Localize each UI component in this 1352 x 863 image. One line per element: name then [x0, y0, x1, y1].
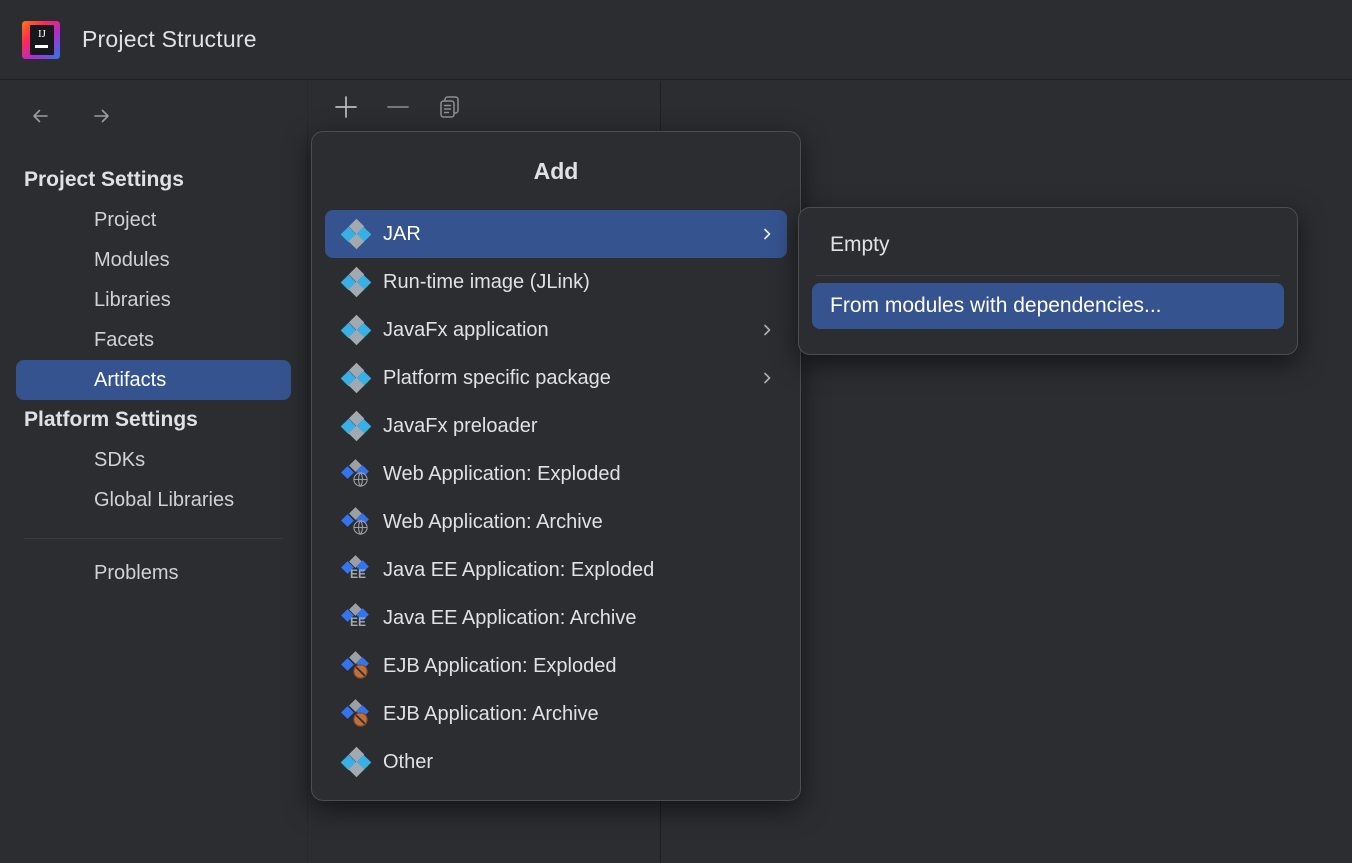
- web-artifact-icon: [343, 509, 369, 535]
- chevron-right-icon: [759, 370, 775, 386]
- menu-item-label: Web Application: Archive: [383, 511, 759, 534]
- menu-item-java-ee-application-archive[interactable]: EE Java EE Application: Archive: [325, 594, 787, 642]
- settings-sidebar: Project Settings Project Modules Librari…: [0, 81, 308, 863]
- javaee-artifact-icon: EE: [343, 605, 369, 631]
- menu-item-label: JavaFx application: [383, 319, 759, 342]
- javaee-artifact-icon: EE: [343, 557, 369, 583]
- menu-item-label: Platform specific package: [383, 367, 759, 390]
- ejb-artifact-icon: [343, 701, 369, 727]
- menu-item-label: JavaFx preloader: [383, 415, 759, 438]
- add-artifact-popup: Add JAR: [311, 131, 801, 801]
- menu-item-ejb-application-archive[interactable]: EJB Application: Archive: [325, 690, 787, 738]
- remove-artifact-button[interactable]: [381, 90, 415, 124]
- menu-item-label: Java EE Application: Archive: [383, 607, 759, 630]
- sidebar-item-problems[interactable]: Problems: [16, 553, 291, 593]
- sidebar-item-libraries[interactable]: Libraries: [16, 280, 291, 320]
- menu-item-label: EJB Application: Archive: [383, 703, 759, 726]
- sidebar-group-title-project-settings: Project Settings: [0, 160, 307, 200]
- forward-arrow-icon[interactable]: [86, 101, 116, 131]
- submenu-item-empty[interactable]: Empty: [812, 222, 1284, 268]
- artifact-diamond-icon: [343, 413, 369, 439]
- menu-item-platform-specific-package[interactable]: Platform specific package: [325, 354, 787, 402]
- sidebar-divider: [24, 538, 283, 539]
- web-artifact-icon: [343, 461, 369, 487]
- menu-item-web-application-archive[interactable]: Web Application: Archive: [325, 498, 787, 546]
- add-popup-menu-list: JAR Run-time image (JLink): [312, 210, 800, 786]
- menu-item-label: EJB Application: Exploded: [383, 655, 759, 678]
- menu-item-javafx-application[interactable]: JavaFx application: [325, 306, 787, 354]
- ejb-artifact-icon: [343, 653, 369, 679]
- menu-item-label: Run-time image (JLink): [383, 271, 759, 294]
- sidebar-item-artifacts[interactable]: Artifacts: [16, 360, 291, 400]
- submenu-item-from-modules-with-dependencies[interactable]: From modules with dependencies...: [812, 283, 1284, 329]
- add-artifact-button[interactable]: [329, 90, 363, 124]
- menu-item-label: Other: [383, 751, 759, 774]
- artifact-diamond-icon: [343, 749, 369, 775]
- menu-item-javafx-preloader[interactable]: JavaFx preloader: [325, 402, 787, 450]
- menu-item-label: Web Application: Exploded: [383, 463, 759, 486]
- navigation-arrows: [26, 101, 116, 131]
- menu-item-ejb-application-exploded[interactable]: EJB Application: Exploded: [325, 642, 787, 690]
- sidebar-group-title-platform-settings: Platform Settings: [0, 400, 307, 440]
- javaee-badge: EE: [350, 568, 366, 580]
- sidebar-content: Project Settings Project Modules Librari…: [0, 160, 307, 593]
- jar-submenu-popup: Empty From modules with dependencies...: [798, 207, 1298, 355]
- chevron-right-icon: [759, 322, 775, 338]
- artifact-diamond-icon: [343, 317, 369, 343]
- dialog-titlebar: IJ Project Structure: [0, 0, 1352, 80]
- menu-item-web-application-exploded[interactable]: Web Application: Exploded: [325, 450, 787, 498]
- menu-item-label: JAR: [383, 223, 759, 246]
- menu-item-run-time-image-jlink[interactable]: Run-time image (JLink): [325, 258, 787, 306]
- menu-item-java-ee-application-exploded[interactable]: EE Java EE Application: Exploded: [325, 546, 787, 594]
- logo-letters: IJ: [30, 26, 54, 42]
- menu-item-other[interactable]: Other: [325, 738, 787, 786]
- artifacts-toolbar: [309, 81, 661, 133]
- submenu-divider: [816, 275, 1280, 276]
- javaee-badge: EE: [350, 616, 366, 628]
- sidebar-item-project[interactable]: Project: [16, 200, 291, 240]
- intellij-idea-logo-icon: IJ: [22, 21, 60, 59]
- sidebar-item-modules[interactable]: Modules: [16, 240, 291, 280]
- menu-item-label: Java EE Application: Exploded: [383, 559, 759, 582]
- back-arrow-icon[interactable]: [26, 101, 56, 131]
- menu-item-jar[interactable]: JAR: [325, 210, 787, 258]
- sidebar-item-global-libraries[interactable]: Global Libraries: [16, 480, 291, 520]
- sidebar-item-facets[interactable]: Facets: [16, 320, 291, 360]
- dialog-title: Project Structure: [82, 26, 257, 53]
- sidebar-item-sdks[interactable]: SDKs: [16, 440, 291, 480]
- copy-artifact-button[interactable]: [433, 90, 467, 124]
- artifact-diamond-icon: [343, 269, 369, 295]
- artifact-diamond-icon: [343, 365, 369, 391]
- artifact-diamond-icon: [343, 221, 369, 247]
- chevron-right-icon: [759, 226, 775, 242]
- project-structure-dialog: IJ Project Structure Project Settings Pr…: [0, 0, 1352, 863]
- add-popup-title: Add: [312, 132, 800, 210]
